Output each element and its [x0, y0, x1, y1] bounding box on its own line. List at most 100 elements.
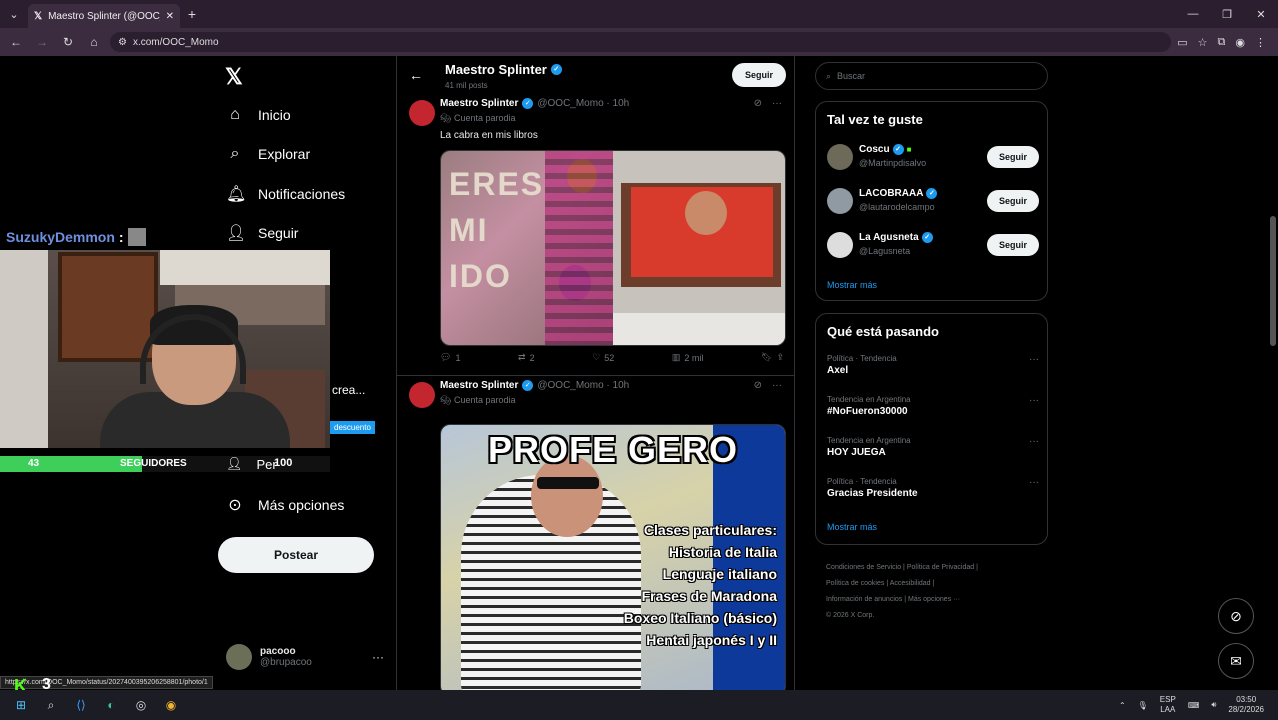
search-input[interactable]: ⌕ Buscar [815, 62, 1048, 90]
suggestion-row[interactable]: LACOBRAAA ✓ @lautarodelcampo Seguir [827, 186, 1039, 216]
share-icon[interactable]: ⇪ [776, 352, 784, 363]
more-dots-icon[interactable]: ··· [372, 650, 384, 664]
footer-links: Condiciones de Servicio | Política de Pr… [826, 564, 978, 619]
follow-button[interactable]: Seguir [987, 146, 1039, 168]
avatar[interactable] [827, 144, 853, 170]
follow-button[interactable]: Seguir [732, 63, 786, 87]
follow-button[interactable]: Seguir [987, 190, 1039, 212]
nav-item-profile[interactable]: 👤︎ Per 100 [226, 456, 292, 472]
like-button[interactable]: ♡ 52 [592, 352, 614, 363]
messages-fab[interactable]: ✉ [1218, 643, 1254, 679]
obs-icon[interactable]: ◎ [132, 696, 150, 714]
forward-button[interactable]: → [32, 35, 52, 49]
reply-button[interactable]: 💬︎ 1 [440, 352, 460, 363]
tweet-media[interactable]: ERES MI IDO [440, 150, 786, 346]
copyright: © 2026 X Corp. [826, 612, 875, 619]
more-dots-icon[interactable]: ··· [1029, 436, 1039, 447]
menu-icon[interactable]: ⋮ [1255, 36, 1266, 49]
chrome-icon[interactable]: ◉ [162, 696, 180, 714]
reload-button[interactable]: ↻ [58, 35, 78, 49]
avatar[interactable] [827, 232, 853, 258]
nav-item-notifications[interactable]: 🔔︎ Notificaciones [226, 184, 345, 204]
url-field[interactable]: ⚙ x.com/OOC_Momo [110, 32, 1172, 52]
trend-item[interactable]: Política · Tendencia Gracias Presidente … [827, 477, 1039, 499]
tray-expand-icon[interactable]: ⌃ [1119, 701, 1126, 710]
suggestion-name[interactable]: LACOBRAAA [859, 188, 923, 199]
footer-link[interactable]: Más opciones ··· [908, 596, 960, 603]
card-title: Tal vez te guste [827, 112, 923, 127]
show-more-link[interactable]: Mostrar más [827, 280, 877, 290]
who-to-follow-card: Tal vez te guste Coscu ✓ ■ @Martinpdisalvo… [815, 101, 1048, 301]
tweet-author[interactable]: Maestro Splinter [440, 380, 518, 391]
home-icon[interactable]: ⌂ [84, 35, 104, 49]
tweet-author[interactable]: Maestro Splinter [440, 98, 518, 109]
maximize-button[interactable]: ❐ [1210, 0, 1244, 28]
scrollbar[interactable] [1270, 216, 1276, 346]
suggestion-name[interactable]: Coscu [859, 144, 890, 155]
footer-link[interactable]: Condiciones de Servicio [826, 564, 901, 571]
webcam-overlay [0, 250, 330, 448]
footer-link[interactable]: Política de Privacidad [907, 564, 974, 571]
footer-link[interactable]: Accesibilidad [890, 580, 931, 587]
views-button[interactable]: ▥ 2 mil [672, 352, 704, 363]
nav-item-explore[interactable]: ⌕ Explorar [226, 145, 311, 163]
bookmark-icon[interactable]: 🔖︎ [761, 352, 772, 363]
grok-icon[interactable]: ⊘ [754, 380, 762, 391]
close-tab-icon[interactable]: ✕ [166, 11, 174, 22]
account-switcher[interactable]: pacooo @brupacoo ··· [226, 644, 386, 670]
tweet[interactable]: Maestro Splinter ✓ @OOC_Momo · 10h ⊘ ···… [397, 94, 794, 376]
follow-button[interactable]: Seguir [987, 234, 1039, 256]
more-dots-icon[interactable]: ··· [1029, 477, 1039, 488]
grok-icon[interactable]: ⊘ [754, 98, 762, 109]
network-icon[interactable]: ⌨ [1188, 701, 1200, 710]
cast-icon[interactable]: ▭ [1177, 36, 1187, 49]
footer-link[interactable]: Política de cookies [826, 580, 884, 587]
bookmark-star-icon[interactable]: ☆ [1198, 36, 1208, 49]
repost-button[interactable]: ⇄ 2 [518, 352, 535, 363]
back-arrow-icon[interactable]: ← [409, 67, 423, 83]
profile-avatar-icon[interactable]: ◉ [1235, 36, 1245, 49]
x-logo-icon[interactable]: 𝕏 [225, 64, 243, 90]
more-dots-icon[interactable]: ··· [1029, 395, 1039, 406]
tweet-media[interactable]: PROFE GERO Clases particulares: Historia… [440, 424, 786, 690]
show-more-link[interactable]: Mostrar más [827, 522, 877, 532]
browser-tab[interactable]: 𝕏 Maestro Splinter (@OOC_Mo ✕ [28, 4, 180, 28]
suggestion-row[interactable]: Coscu ✓ ■ @Martinpdisalvo Seguir [827, 142, 1039, 172]
avatar[interactable] [827, 188, 853, 214]
trend-topic: HOY JUEGA [827, 447, 886, 458]
nav-item-more[interactable]: ⊙ Más opciones [226, 495, 344, 515]
tweet[interactable]: Maestro Splinter ✓ @OOC_Momo · 10h ⊘ ···… [397, 376, 794, 690]
footer-link[interactable]: Información de anuncios [826, 596, 902, 603]
trend-item[interactable]: Tendencia en Argentina #NoFueron30000 ··… [827, 395, 1039, 417]
search-icon[interactable]: ⌕ [42, 696, 60, 714]
avatar[interactable] [409, 100, 435, 126]
vscode-icon[interactable]: ⟨⟩ [72, 696, 90, 714]
edge-icon[interactable]: ◐ [102, 696, 120, 714]
language-indicator[interactable]: ESP LAA [1160, 695, 1176, 715]
grok-fab[interactable]: ⊘ [1218, 598, 1254, 634]
windows-start-icon[interactable]: ⊞ [12, 696, 30, 714]
nav-item-follow[interactable]: 👤︎ Seguir [226, 223, 298, 243]
suggestion-row[interactable]: La Agusneta ✓ @Lagusneta Seguir [827, 230, 1039, 260]
nav-item-home[interactable]: ⌂ Inicio [226, 106, 291, 124]
new-tab-button[interactable]: + [180, 6, 204, 22]
minimize-button[interactable]: — [1176, 0, 1210, 28]
suggestion-name[interactable]: La Agusneta [859, 232, 919, 243]
close-window-button[interactable]: ✕ [1244, 0, 1278, 28]
tab-search-button[interactable]: ⌄ [0, 0, 28, 28]
extensions-icon[interactable]: ⧉ [1218, 36, 1226, 49]
volume-icon[interactable]: 🔊︎ [1211, 700, 1216, 710]
post-button[interactable]: Postear [218, 537, 374, 573]
site-info-icon[interactable]: ⚙ [118, 37, 127, 48]
back-button[interactable]: ← [6, 35, 26, 49]
more-dots-icon[interactable]: ··· [1029, 354, 1039, 365]
clock[interactable]: 03:50 28/2/2026 [1228, 695, 1264, 715]
more-dots-icon[interactable]: ··· [772, 98, 782, 109]
more-dots-icon[interactable]: ··· [772, 380, 782, 391]
search-placeholder: Buscar [837, 71, 866, 81]
trend-item[interactable]: Política · Tendencia Axel ··· [827, 354, 1039, 376]
mic-icon[interactable]: 🎙︎ [1138, 701, 1148, 710]
trend-item[interactable]: Tendencia en Argentina HOY JUEGA ··· [827, 436, 1039, 458]
avatar[interactable] [409, 382, 435, 408]
trend-topic: Axel [827, 365, 849, 376]
